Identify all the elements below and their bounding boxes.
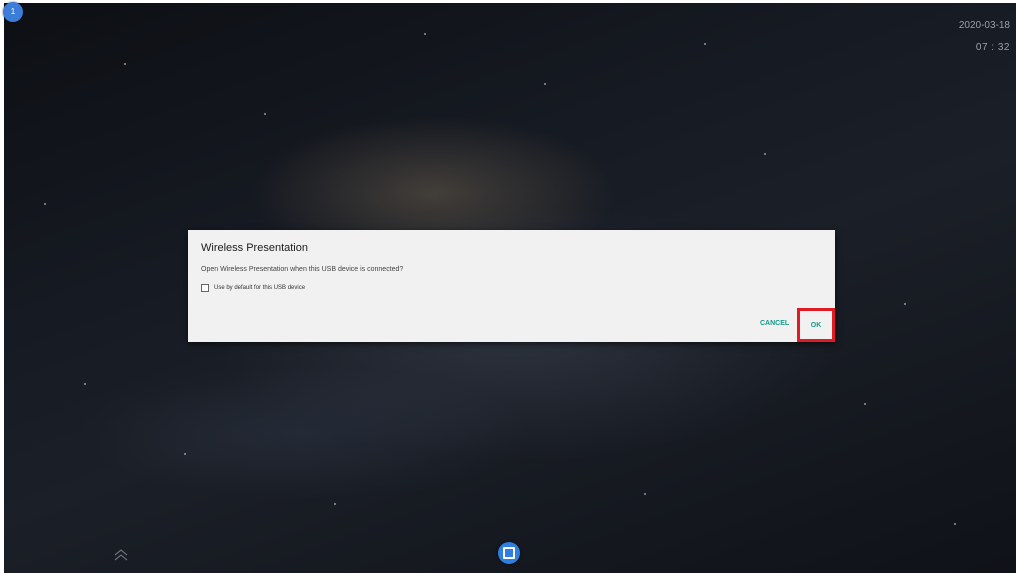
home-button[interactable] [498, 542, 520, 564]
star [264, 113, 266, 115]
cancel-button[interactable]: CANCEL [760, 320, 789, 327]
home-square-icon [503, 547, 515, 559]
star [334, 503, 336, 505]
ok-button[interactable]: OK [797, 308, 835, 342]
ok-button-label: OK [810, 321, 822, 329]
star [544, 83, 546, 85]
star [424, 33, 426, 35]
dialog-title: Wireless Presentation [201, 242, 308, 254]
notification-badge[interactable]: 1 [3, 2, 23, 22]
dialog-message: Open Wireless Presentation when this USB… [201, 266, 404, 273]
star [704, 43, 706, 45]
star [184, 453, 186, 455]
usb-dialog: Wireless Presentation Open Wireless Pres… [188, 230, 835, 342]
star [764, 153, 766, 155]
star [84, 383, 86, 385]
star [954, 523, 956, 525]
status-time: 07 : 32 [975, 42, 1010, 53]
star [644, 493, 646, 495]
chevron-up-double-icon[interactable] [113, 548, 129, 562]
default-checkbox-row[interactable]: Use by default for this USB device [201, 283, 305, 293]
default-checkbox[interactable] [201, 284, 209, 292]
status-date: 2020-03-18 [958, 20, 1010, 31]
star [864, 403, 866, 405]
star [124, 63, 126, 65]
star [904, 303, 906, 305]
star [44, 203, 46, 205]
default-checkbox-label[interactable]: Use by default for this USB device [214, 285, 305, 291]
